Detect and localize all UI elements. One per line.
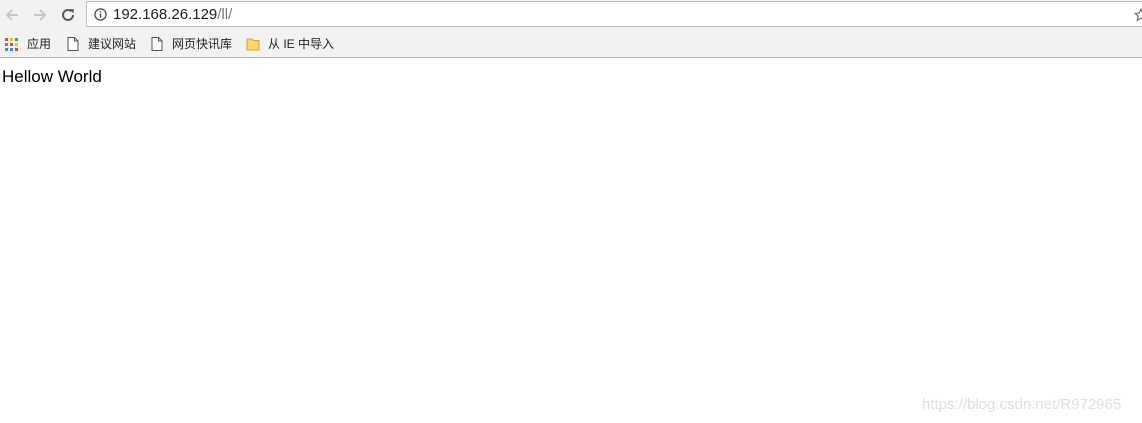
bookmark-label: 建议网站 (88, 37, 137, 51)
reload-button[interactable] (57, 4, 79, 26)
arrow-right-icon (34, 9, 47, 21)
bookmark-imported-from-ie[interactable]: 从 IE 中导入 (246, 30, 334, 57)
watermark-text: https://blog.csdn.net/R972965 (922, 396, 1122, 413)
arrow-left-icon (5, 9, 18, 21)
url-text[interactable]: 192.168.26.129/ll/ (113, 6, 232, 23)
bookmark-label: 应用 (27, 37, 52, 51)
bookmark-suggested-sites[interactable]: 建议网站 (66, 30, 136, 57)
page-icon (67, 36, 79, 51)
info-icon[interactable] (94, 8, 107, 21)
bookmark-label: 从 IE 中导入 (268, 37, 335, 51)
url-host: 192.168.26.129 (113, 6, 218, 23)
reload-icon (62, 8, 74, 21)
url-path: /ll/ (217, 6, 233, 23)
browser-toolbar: 192.168.26.129/ll/ (0, 0, 1142, 30)
address-bar[interactable]: 192.168.26.129/ll/ (86, 1, 1142, 27)
bookmark-apps[interactable]: 应用 (5, 30, 51, 57)
back-button[interactable] (1, 4, 23, 26)
browser-window: 192.168.26.129/ll/ 应用 建议网站 网页快讯库 从 IE 中导… (0, 0, 1142, 423)
star-icon[interactable] (1134, 8, 1142, 22)
page-content: Hellow World https://blog.csdn.net/R9729… (0, 58, 1142, 423)
bookmark-web-slice-gallery[interactable]: 网页快讯库 (150, 30, 232, 57)
forward-button[interactable] (29, 4, 51, 26)
folder-icon (246, 38, 260, 50)
apps-grid-icon (5, 37, 18, 51)
bookmarks-bar: 应用 建议网站 网页快讯库 从 IE 中导入 (0, 30, 1142, 58)
hello-text: Hellow World (2, 67, 102, 86)
page-icon (151, 36, 163, 51)
bookmark-label: 网页快讯库 (172, 37, 233, 51)
